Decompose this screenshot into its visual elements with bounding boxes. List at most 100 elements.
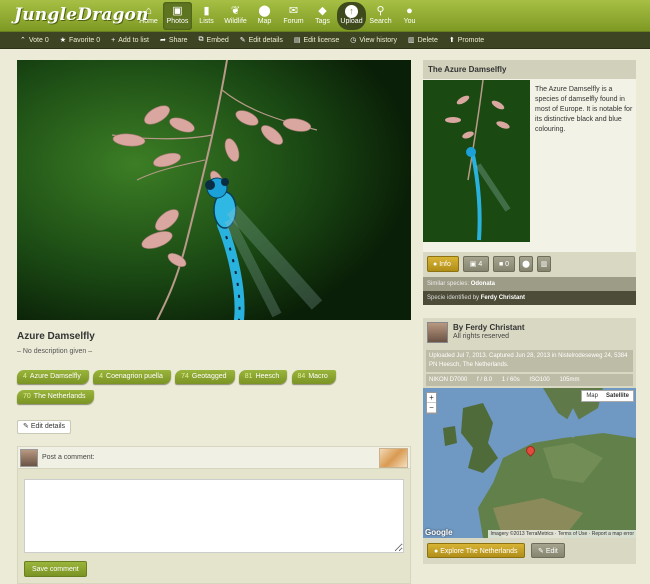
edit-details-button[interactable]: ✎ Edit details [17, 420, 72, 434]
favorite-button[interactable]: ★ Favorite 0 [59, 36, 101, 45]
promote-button[interactable]: ⬆ Promote [448, 36, 485, 45]
location-map[interactable]: + − Map Satellite Google Imagery ©2013 T… [423, 388, 636, 538]
map-edit-button[interactable]: ✎ Edit [531, 543, 565, 558]
comment-textarea[interactable] [24, 479, 404, 553]
zoom-control: + − [426, 392, 437, 414]
user-icon: ● [406, 5, 413, 17]
similar-label: Similar species: [427, 281, 470, 287]
author-avatar[interactable] [427, 322, 448, 343]
similar-link[interactable]: Odonata [471, 281, 495, 287]
comment-panel: Post a comment: Save comment [17, 446, 411, 584]
exif-bar: NIKON D7000 f / 8.0 1 / 60s ISO100 105mm [426, 374, 633, 386]
tag-label: Azure Damselfly [29, 373, 81, 380]
species-delete-button[interactable]: ▥ [537, 256, 551, 272]
species-toolbar: ● Info ▣ 4 ■ 0 ⬤ ▥ [423, 252, 636, 277]
nav-search[interactable]: ⚲ Search [366, 2, 395, 30]
post-comment-label: Post a comment: [42, 454, 95, 461]
upload-icon: ↑ [345, 5, 358, 18]
add-to-list-button[interactable]: + Add to list [111, 37, 149, 44]
species-thumbnail-illustration [423, 80, 530, 242]
nav-photos[interactable]: ▣ Photos [163, 2, 192, 30]
explore-country-button[interactable]: ● Explore The Netherlands [427, 543, 525, 558]
main-photo[interactable] [17, 60, 411, 320]
nav-label: Wildlife [224, 18, 247, 25]
shutter-speed: 1 / 60s [501, 377, 520, 383]
vote-button[interactable]: ⌃ Vote 0 [20, 36, 49, 45]
promote-label: Promote [457, 36, 485, 44]
tag-geotagged[interactable]: 74 Geotagged [175, 370, 235, 384]
tag-heesch[interactable]: 81 Heesch [238, 370, 288, 384]
tag-count: 70 [23, 393, 31, 400]
embed-button[interactable]: ⧉ Embed [199, 36, 229, 44]
edit-license-button[interactable]: ▤ Edit license [294, 36, 340, 45]
pencil-icon: ✎ [239, 37, 246, 44]
nav-lists[interactable]: ▮ Lists [192, 2, 221, 30]
tag-azure-damselfly[interactable]: 4 Azure Damselfly [17, 370, 89, 384]
delete-button[interactable]: ▥ Delete [408, 36, 438, 45]
map-edit-label: Edit [545, 548, 558, 555]
nav-you[interactable]: ● You [395, 2, 424, 30]
info-button[interactable]: ● Info [427, 256, 459, 272]
save-comment-button[interactable]: Save comment [24, 561, 87, 577]
author-name[interactable]: By Ferdy Christant [453, 323, 525, 332]
tag-label: Heesch [255, 373, 280, 380]
nav-label: Photos [166, 18, 189, 25]
tag-the-netherlands[interactable]: 70 The Netherlands [17, 390, 94, 404]
nav-label: You [403, 18, 416, 25]
species-photos-button[interactable]: ▣ 4 [463, 256, 489, 272]
zoom-out-button[interactable]: − [427, 403, 436, 413]
species-map-button[interactable]: ⬤ [519, 256, 533, 272]
user-avatar [20, 449, 38, 467]
nav-upload[interactable]: ↑ Upload [337, 2, 366, 30]
zoom-in-button[interactable]: + [427, 393, 436, 403]
nav-label: Lists [199, 18, 214, 25]
embed-label: Embed [206, 36, 229, 44]
nav-home[interactable]: ⌂ Home [134, 2, 163, 30]
species-description: The Azure Damselfly is a species of dams… [535, 86, 633, 133]
view-history-button[interactable]: ◷ View history [350, 36, 397, 45]
vote-icon: ⌃ [20, 37, 26, 44]
promote-icon: ⬆ [448, 37, 455, 44]
map-pin-icon: ⬤ [258, 5, 271, 17]
photo-action-bar: ⌃ Vote 0 ★ Favorite 0 + Add to list ➦ Share … [0, 32, 650, 49]
nav-tags[interactable]: ◆ Tags [308, 2, 337, 30]
iso: ISO100 [529, 377, 550, 383]
top-header: JungleDragon ⌂ Home ▣ Photos ▮ Lists ❦ W… [0, 0, 650, 32]
edit-details-action[interactable]: ✎ Edit details [239, 36, 283, 45]
tag-label: Coenagrion puella [106, 373, 163, 380]
share-button[interactable]: ➦ Share [160, 36, 188, 45]
species-title[interactable]: The Azure Damselfly [423, 60, 636, 79]
camera-model: NIKON D7000 [429, 377, 468, 383]
video-count: 0 [505, 261, 510, 268]
nav-label: Map [257, 18, 272, 25]
tag-count: 4 [99, 373, 104, 380]
home-icon: ⌂ [145, 5, 152, 17]
tag-coenagrion-puella[interactable]: 4 Coenagrion puella [93, 370, 171, 384]
chat-icon: ✉ [288, 5, 299, 17]
species-videos-button[interactable]: ■ 0 [493, 256, 515, 272]
photo-description: – No description given – [17, 348, 93, 355]
tag-count: 4 [23, 373, 27, 380]
tag-count: 84 [297, 373, 306, 380]
map-type-satellite[interactable]: Satellite [602, 391, 633, 401]
clock-icon: ◷ [350, 37, 357, 44]
bookmark-icon: ▮ [203, 5, 210, 17]
map-attribution[interactable]: Imagery ©2013 TerraMetrics · Terms of Us… [488, 530, 636, 538]
tag-macro[interactable]: 84 Macro [291, 370, 336, 384]
nav-wildlife[interactable]: ❦ Wildlife [221, 2, 250, 30]
identified-link[interactable]: Ferdy Christant [481, 295, 525, 301]
similar-species: Similar species: Odonata [423, 277, 636, 291]
edit-license-label: Edit license [303, 36, 340, 44]
site-logo[interactable]: JungleDragon [14, 5, 149, 25]
explore-label: Explore The Netherlands [440, 548, 518, 555]
nav-forum[interactable]: ✉ Forum [279, 2, 308, 30]
nav-label: Home [139, 18, 158, 25]
tag-label: Macro [308, 373, 328, 380]
favorite-label: Favorite 0 [69, 36, 101, 44]
tag-list: 4 Azure Damselfly 4 Coenagrion puella 74 Ge… [17, 370, 397, 410]
species-thumbnail[interactable] [423, 80, 530, 242]
star-icon: ★ [59, 37, 67, 44]
nav-map[interactable]: ⬤ Map [250, 2, 279, 30]
tag-count: 74 [181, 373, 189, 380]
map-type-map[interactable]: Map [582, 391, 602, 401]
